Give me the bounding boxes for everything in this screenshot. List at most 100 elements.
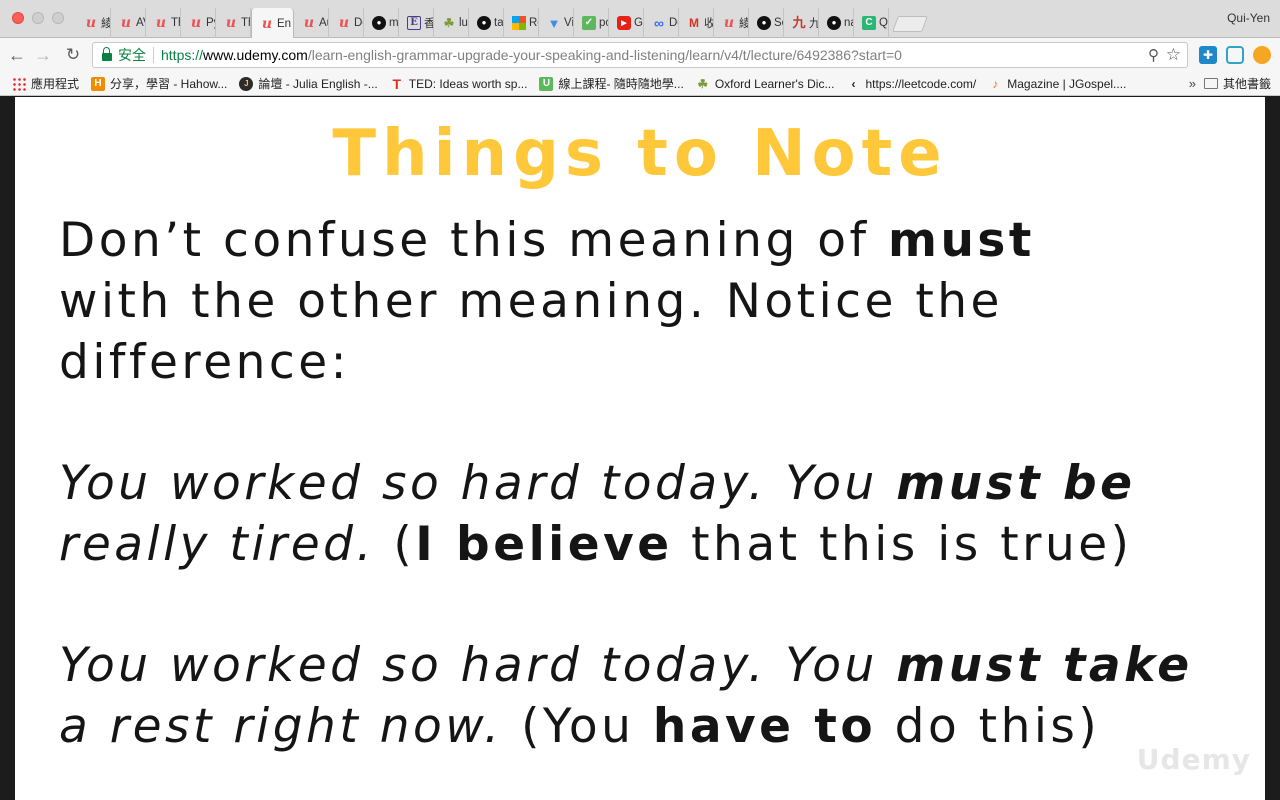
bookmark-item[interactable]: H 分享，學習 - Hahow... [91,75,227,92]
github-icon: ● [477,16,491,30]
leetcode-icon: ‹ [851,76,856,91]
tab-active[interactable]: uEn× [251,8,294,39]
bookmark-item[interactable]: ☘ Oxford Learner's Dic... [696,77,834,91]
bookmark-item[interactable]: ♪ Magazine | JGospel.... [988,77,1126,91]
funnel-icon: ▼ [547,15,561,31]
tab-title: Do [669,17,678,29]
tab[interactable]: u AV [111,8,146,38]
bookmark-label: https://leetcode.com/ [865,76,977,91]
video-player[interactable]: Things to Note Don’t confuse this meanin… [0,97,1280,800]
udemy-icon: u [155,15,167,31]
tab[interactable]: ● m [364,8,399,38]
tab-list: u綾uAVuThuPyuThuEn×uAuuDe●mE香☘lu●taRe▼Vi✓… [76,8,928,39]
tab[interactable]: ●Sc [749,8,784,38]
check-icon: ✓ [582,16,596,30]
bookmark-label: 線上課程- 隨時隨地學... [558,77,684,91]
bookmark-label: Magazine | JGospel.... [1007,76,1127,91]
browser-toolbar: ← → ↻ 安全 https:// www.udemy.com /learn-e… [0,38,1280,72]
udemy-icon: u [261,15,273,32]
ebook-icon: E [407,16,421,30]
tab[interactable]: ▼ Vi [539,8,574,38]
tab-strip: u綾uAVuThuPyuThuEn×uAuuDe●mE香☘lu●taRe▼Vi✓… [0,0,1280,39]
url-host: www.udemy.com [203,47,308,63]
example-1-line-1: You worked so hard today. You must be [59,453,1239,514]
minimize-window-button[interactable] [32,12,44,24]
intro-line-2: with the other meaning. Notice the [59,274,1003,329]
tab[interactable]: ✓pc [574,8,609,38]
example-1: You worked so hard today. You must be re… [59,453,1239,575]
tab[interactable]: u綾 [714,8,749,38]
tab-title: De [354,17,363,29]
tab[interactable]: 九九 [784,8,819,38]
translate-extension-icon[interactable]: ✚ [1199,46,1217,64]
secure-label: 安全 [118,47,146,63]
new-tab-button[interactable] [892,16,928,32]
bookmark-item[interactable]: T TED: Ideas worth sp... [390,76,528,92]
other-bookmarks-label: 其他書籤 [1222,77,1271,91]
slide-title: Things to Note [332,117,948,191]
screenshot-extension-icon[interactable] [1226,46,1244,64]
julia-english-icon: J [239,76,254,91]
reload-button[interactable]: ↻ [62,44,84,66]
udemy-icon: u [338,15,350,31]
microsoft-icon [512,16,526,30]
apps-icon [12,76,26,91]
url-scheme: https:// [161,47,204,63]
tab-title: AV [136,17,145,29]
bookmark-label: 應用程式 [31,77,80,91]
github-icon: ● [372,16,386,30]
tab-title: Re [529,17,538,29]
profile-name[interactable]: Qui-Yen [1227,11,1270,25]
tab-title: G [634,17,643,29]
text: ( [374,517,416,572]
maximize-window-button[interactable] [52,12,64,24]
c-icon: C [862,16,876,30]
bookmark-item[interactable]: 應用程式 [12,75,79,92]
bookmarks-overflow-button[interactable]: » [1189,76,1196,91]
bookmark-item[interactable]: U 線上課程- 隨時隨地學... [539,75,684,92]
address-bar[interactable]: 安全 https:// www.udemy.com /learn-english… [92,42,1188,68]
tab[interactable]: u綾 [76,8,111,38]
forward-button[interactable]: → [32,44,54,66]
tab[interactable]: E香 [399,8,434,38]
bookmark-label: TED: Ideas worth sp... [408,76,528,91]
intro-paragraph: Don’t confuse this meaning of must with … [59,210,1239,393]
bookmark-item[interactable]: J 論壇 - Julia English -... [239,75,378,92]
folder-icon [1203,78,1218,89]
other-bookmarks-folder[interactable]: 其他書籤 [1203,75,1271,92]
bookmark-star-icon[interactable]: ☆ [1166,45,1181,65]
bold-text: must take [896,638,1193,693]
zoom-icon[interactable]: ⚲ [1148,46,1159,64]
bookmark-label: 分享，學習 - Hahow... [110,77,228,91]
bookmark-item[interactable]: ‹ https://leetcode.com/ [846,77,976,91]
gmail-icon: M [689,16,699,30]
tab[interactable]: ●na [819,8,854,38]
tab[interactable]: u Th [216,8,251,38]
u-icon: U [539,76,554,91]
youtube-icon: ▶ [617,16,631,30]
tab[interactable]: ▶ G [609,8,644,38]
text: really tired. [59,517,375,572]
tab[interactable]: u Py [181,8,216,38]
infinity-icon: ∞ [654,15,664,31]
close-window-button[interactable] [12,12,24,24]
tab[interactable]: Re [504,8,539,38]
github-icon: ● [827,16,841,30]
bold-text: have to [652,699,877,754]
tab[interactable]: u De [329,8,364,38]
tab[interactable]: ∞ Do [644,8,679,38]
tab-title: Th [241,17,250,29]
tab[interactable]: CQ [854,8,889,38]
tab[interactable]: u Au [294,8,329,38]
tab[interactable]: ☘ lu [434,8,469,38]
example-1-line-2: really tired. (I believe that this is tr… [59,514,1239,575]
tab[interactable]: ● ta [469,8,504,38]
back-button[interactable]: ← [6,44,28,66]
orange-extension-icon[interactable] [1253,46,1271,64]
tab-title: na [844,17,853,29]
hahow-icon: H [91,76,106,91]
tab[interactable]: M收 [679,8,714,38]
tab[interactable]: u Th [146,8,181,38]
udemy-icon: u [190,15,202,31]
tab-title: En [277,17,292,30]
